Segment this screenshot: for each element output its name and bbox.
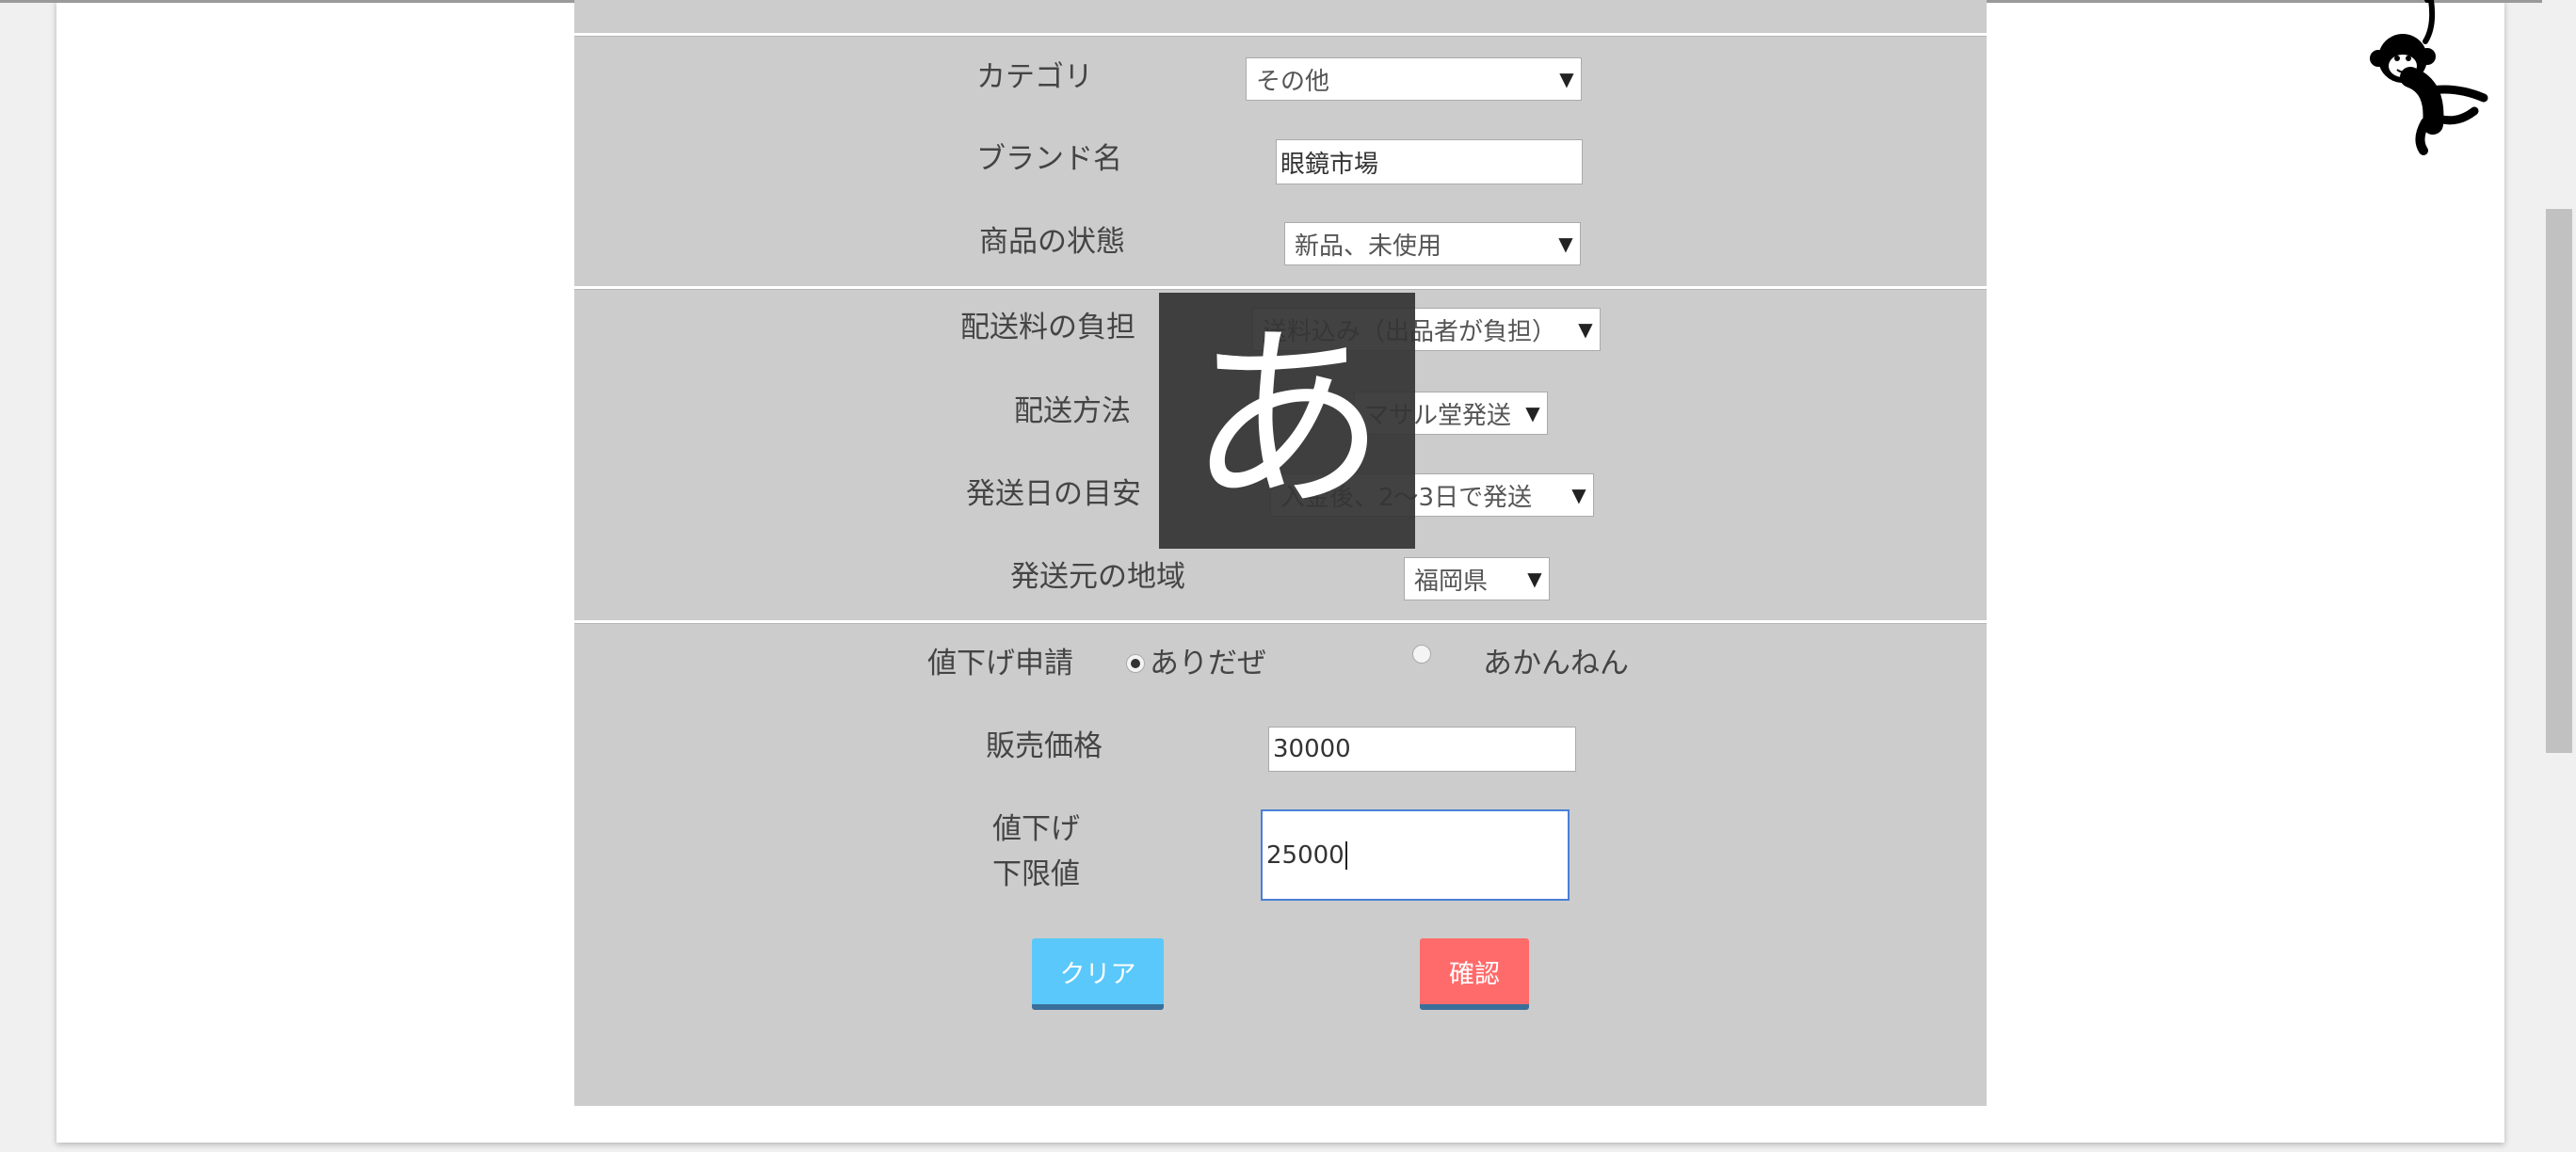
form-divider xyxy=(574,620,1987,624)
chevron-down-icon: ▼ xyxy=(1559,68,1574,90)
shipping-method-label: 配送方法 xyxy=(1014,394,1131,428)
brand-value: 眼鏡市場 xyxy=(1280,150,1379,179)
origin-select[interactable]: 福岡県 ▼ xyxy=(1404,557,1550,600)
brand-input[interactable]: 眼鏡市場 xyxy=(1276,139,1583,184)
chevron-down-icon: ▼ xyxy=(1525,402,1540,424)
category-value: その他 xyxy=(1256,67,1330,96)
condition-label: 商品の状態 xyxy=(979,225,1125,259)
form-divider xyxy=(574,286,1987,290)
scrollbar-thumb[interactable] xyxy=(2546,209,2572,753)
min-price-value: 25000 xyxy=(1266,840,1344,870)
hanging-monkey-icon xyxy=(2370,0,2488,155)
shipping-days-label: 発送日の目安 xyxy=(966,477,1141,511)
radio-deny-price-request[interactable] xyxy=(1412,645,1431,664)
origin-label: 発送元の地域 xyxy=(1010,560,1185,594)
shipping-fee-label: 配送料の負担 xyxy=(960,311,1135,344)
min-price-input[interactable]: 25000 xyxy=(1261,809,1570,901)
radio-allow-label: ありだぜ xyxy=(1150,647,1266,680)
ime-mode-indicator: あ xyxy=(1159,293,1415,549)
condition-value: 新品、未使用 xyxy=(1295,232,1442,261)
min-price-label-line1: 値下げ xyxy=(992,812,1080,846)
form-divider xyxy=(574,33,1987,37)
chevron-down-icon: ▼ xyxy=(1558,232,1573,255)
category-select[interactable]: その他 ▼ xyxy=(1246,57,1582,101)
radio-allow-price-request[interactable] xyxy=(1126,654,1145,673)
brand-label: ブランド名 xyxy=(976,142,1122,176)
text-caret xyxy=(1344,840,1347,870)
radio-deny-label: あかんねん xyxy=(1483,647,1629,680)
price-input[interactable]: 30000 xyxy=(1268,727,1576,772)
confirm-button[interactable]: 確認 xyxy=(1420,938,1529,1010)
price-request-label: 値下げ申請 xyxy=(927,647,1073,680)
chevron-down-icon: ▼ xyxy=(1578,318,1593,341)
clear-button[interactable]: クリア xyxy=(1032,938,1164,1010)
origin-value: 福岡県 xyxy=(1414,567,1489,596)
condition-select[interactable]: 新品、未使用 ▼ xyxy=(1284,222,1581,265)
price-label: 販売価格 xyxy=(986,729,1103,763)
chevron-down-icon: ▼ xyxy=(1571,484,1586,506)
price-value: 30000 xyxy=(1273,735,1351,763)
chevron-down-icon: ▼ xyxy=(1527,568,1542,590)
category-label: カテゴリ xyxy=(976,60,1093,94)
min-price-label-line2: 下限値 xyxy=(992,857,1080,891)
